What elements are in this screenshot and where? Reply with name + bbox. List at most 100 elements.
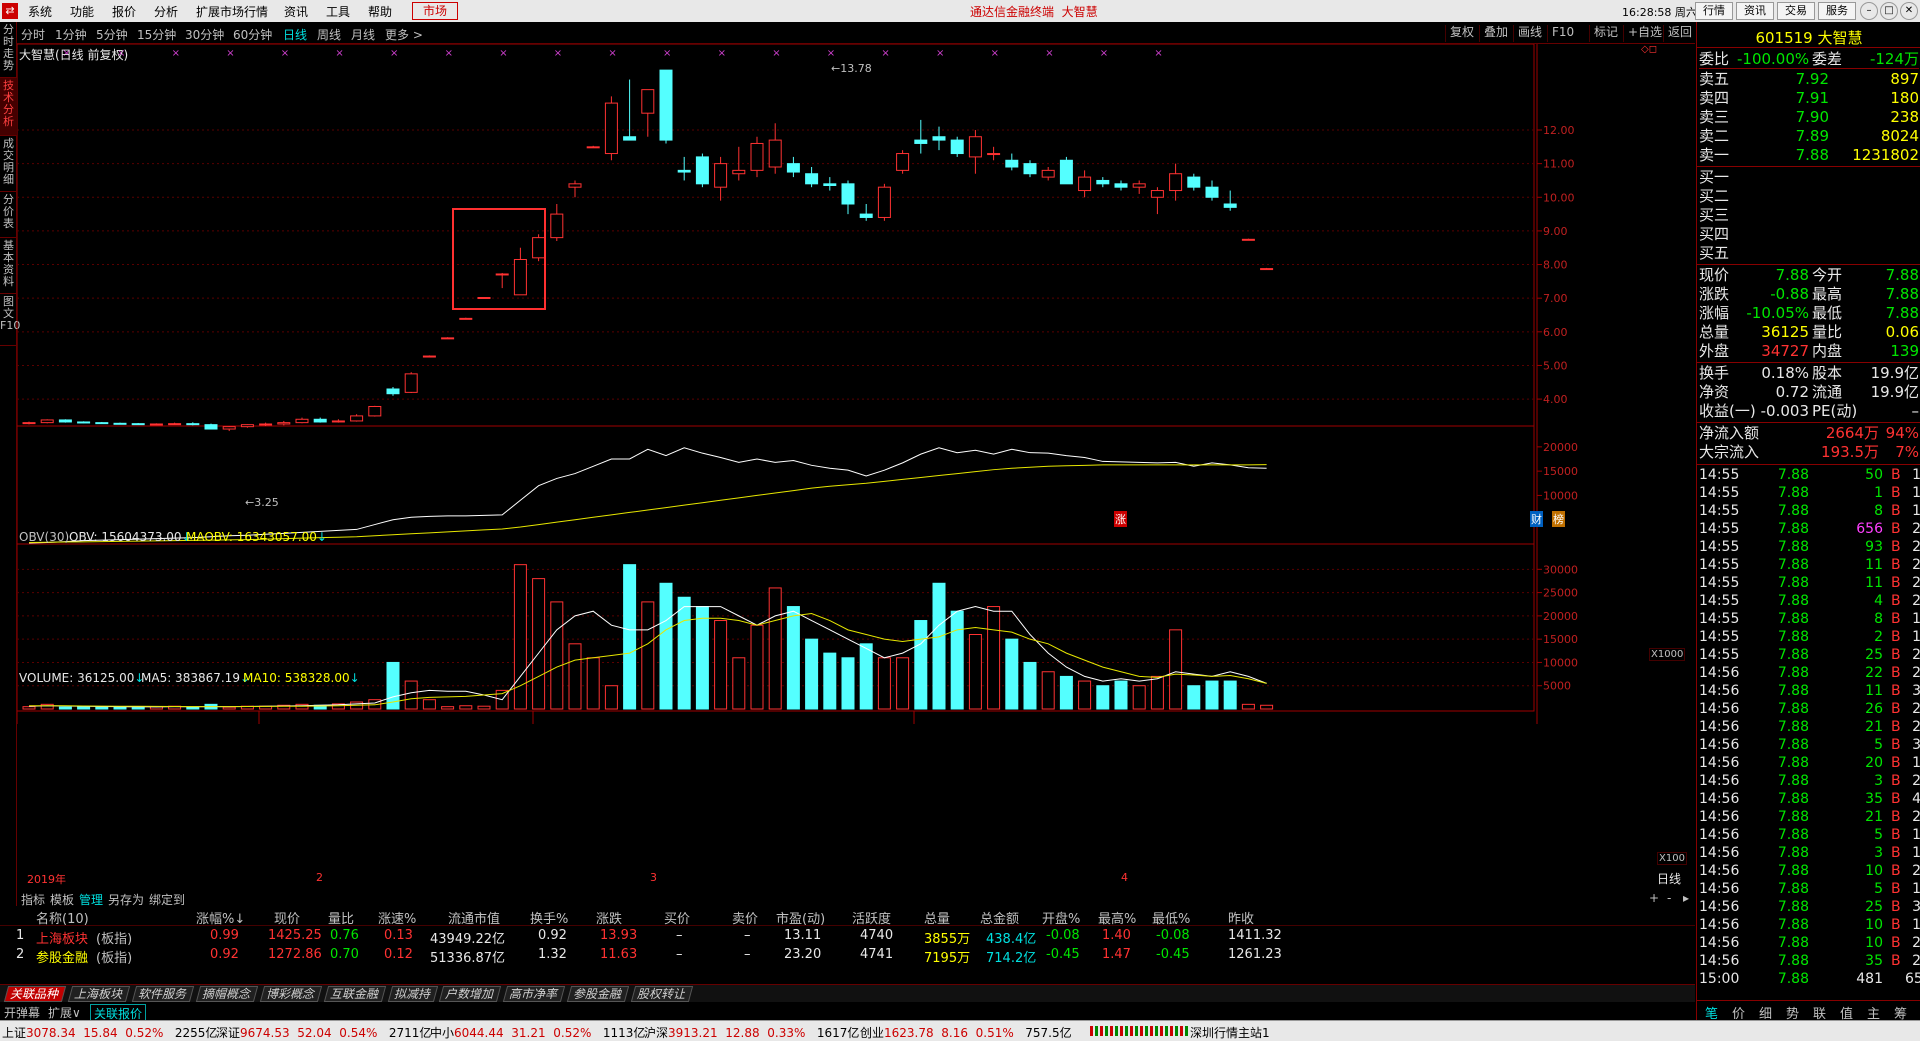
- col-price[interactable]: 现价: [274, 908, 300, 927]
- left-tab-f10[interactable]: 图文F10: [0, 294, 20, 346]
- bid-level-row[interactable]: 买五: [1699, 244, 1919, 263]
- right-tab[interactable]: 筹: [1894, 1003, 1907, 1022]
- bid-level-row[interactable]: 买四: [1699, 225, 1919, 244]
- period-5min[interactable]: 5分钟: [96, 26, 128, 43]
- col-turnover[interactable]: 换手%: [530, 908, 568, 927]
- bid-level-row[interactable]: 买一: [1699, 168, 1919, 187]
- menu-help[interactable]: 帮助: [368, 3, 392, 20]
- table-row[interactable]: 2 参股金融 (板指) 0.92 1272.86 0.70 0.12 51336.87亿 1.3…: [0, 947, 1695, 966]
- sheet-tab[interactable]: 参股金融: [566, 986, 630, 1002]
- bid-level-row[interactable]: 买三: [1699, 206, 1919, 225]
- col-total-vol[interactable]: 总量: [924, 908, 950, 927]
- right-tab[interactable]: 值: [1840, 1003, 1853, 1022]
- sheet-tab[interactable]: 博彩概念: [259, 986, 323, 1002]
- left-tab-trades[interactable]: 成交明细: [0, 136, 17, 192]
- right-tab[interactable]: 细: [1759, 1003, 1772, 1022]
- sheet-tab[interactable]: 户数增加: [438, 986, 502, 1002]
- limit-up-badge[interactable]: 涨: [1114, 511, 1127, 527]
- col-change-pct[interactable]: 涨幅%↓: [196, 908, 245, 927]
- top-button-quote[interactable]: 行情: [1695, 2, 1733, 20]
- top-button-trade[interactable]: 交易: [1777, 2, 1815, 20]
- restore-rights-button[interactable]: 复权: [1445, 25, 1478, 42]
- menu-function[interactable]: 功能: [70, 3, 94, 20]
- table-row[interactable]: 1 上海板块 (板指) 0.99 1425.25 0.76 0.13 43949.22亿 0.9…: [0, 928, 1695, 947]
- f10-button[interactable]: F10: [1547, 25, 1578, 42]
- expand-dropdown[interactable]: 扩展∨: [48, 1004, 81, 1021]
- ranking-badge[interactable]: 榜: [1552, 511, 1565, 527]
- ask-level-row[interactable]: 卖一 7.88 1231802: [1699, 146, 1919, 165]
- menu-tools[interactable]: 工具: [326, 3, 350, 20]
- ask-level-row[interactable]: 卖三 7.90 238: [1699, 108, 1919, 127]
- col-bid[interactable]: 买价: [664, 908, 690, 927]
- sheet-tab[interactable]: 软件服务: [131, 986, 195, 1002]
- sheet-tab[interactable]: 股权转让: [630, 986, 694, 1002]
- col-mktcap[interactable]: 流通市值: [448, 908, 500, 927]
- draw-line-button[interactable]: 画线: [1513, 25, 1546, 42]
- menu-analysis[interactable]: 分析: [154, 3, 178, 20]
- status-sh[interactable]: 上证3078.34 15.84 0.52% 2255亿: [2, 1024, 217, 1041]
- col-diff[interactable]: 涨跌: [596, 908, 622, 927]
- sheet-tab[interactable]: 拟减持: [387, 986, 439, 1002]
- zoom-out-icon[interactable]: -: [1667, 891, 1671, 905]
- period-1min[interactable]: 1分钟: [55, 26, 87, 43]
- server-status[interactable]: 深圳行情主站1: [1190, 1024, 1270, 1041]
- ask-level-row[interactable]: 卖四 7.91 180: [1699, 89, 1919, 108]
- sheet-tab[interactable]: 关联品种: [3, 986, 67, 1002]
- obv-indicator-name[interactable]: OBV(30): [19, 530, 69, 544]
- left-tab-technical[interactable]: 技术分析: [0, 78, 17, 136]
- period-daily[interactable]: 日线: [283, 26, 307, 43]
- period-monthly[interactable]: 月线: [351, 26, 375, 43]
- close-icon[interactable]: ✕: [1900, 2, 1918, 20]
- menu-news[interactable]: 资讯: [284, 3, 308, 20]
- danmaku-toggle[interactable]: 开弹幕: [4, 1004, 40, 1021]
- col-open-pct[interactable]: 开盘%: [1042, 908, 1080, 927]
- left-tab-basic-info[interactable]: 基本资料: [0, 238, 17, 294]
- sheet-tab[interactable]: 高市净率: [502, 986, 566, 1002]
- right-tab[interactable]: 主: [1867, 1003, 1880, 1022]
- period-intraday[interactable]: 分时: [21, 26, 45, 43]
- kline-chart-svg[interactable]: 12.00 11.00 10.00 9.00 8.00 7.00 6.00 5.00 4.00 ×…: [17, 44, 1695, 904]
- left-tab-intraday[interactable]: 分时走势: [0, 22, 17, 78]
- sheet-tab[interactable]: 摘帽概念: [195, 986, 259, 1002]
- sheet-tab[interactable]: 互联金融: [323, 986, 387, 1002]
- status-cy[interactable]: 创业1623.78 8.16 0.51% 757.5亿: [860, 1024, 1072, 1041]
- left-tab-price-table[interactable]: 分价表: [0, 192, 17, 238]
- col-low-pct[interactable]: 最低%: [1152, 908, 1190, 927]
- kline-chart-area[interactable]: 12.00 11.00 10.00 9.00 8.00 7.00 6.00 5.00 4.00 ×…: [17, 44, 1695, 904]
- zoom-in-icon[interactable]: +: [1649, 891, 1659, 905]
- overlay-button[interactable]: 叠加: [1479, 25, 1512, 42]
- menu-ext-market[interactable]: 扩展市场行情: [196, 3, 268, 20]
- period-15min[interactable]: 15分钟: [137, 26, 176, 43]
- menu-system[interactable]: 系统: [28, 3, 52, 20]
- col-high-pct[interactable]: 最高%: [1098, 908, 1136, 927]
- period-30min[interactable]: 30分钟: [185, 26, 224, 43]
- col-volume-ratio[interactable]: 量比: [328, 908, 354, 927]
- col-ask[interactable]: 卖价: [732, 908, 758, 927]
- maximize-icon[interactable]: □: [1880, 2, 1898, 20]
- col-speed[interactable]: 涨速%: [378, 908, 416, 927]
- col-prev-close[interactable]: 昨收: [1228, 908, 1254, 927]
- period-weekly[interactable]: 周线: [317, 26, 341, 43]
- market-button[interactable]: 市场: [412, 2, 459, 20]
- add-watchlist-button[interactable]: +自选: [1623, 25, 1666, 42]
- right-tab[interactable]: 笔: [1705, 1003, 1718, 1022]
- col-name[interactable]: 名称(10): [36, 908, 89, 927]
- scroll-right-icon[interactable]: ▸: [1683, 891, 1689, 905]
- back-button[interactable]: 返回: [1663, 25, 1696, 42]
- period-60min[interactable]: 60分钟: [233, 26, 272, 43]
- bid-level-row[interactable]: 买二: [1699, 187, 1919, 206]
- status-zx[interactable]: 中小6044.44 31.21 0.52% 1113亿: [430, 1024, 645, 1041]
- stock-header[interactable]: 601519 大智慧: [1697, 28, 1920, 48]
- period-more[interactable]: 更多 >: [385, 26, 423, 43]
- right-tab[interactable]: 势: [1786, 1003, 1799, 1022]
- col-pe[interactable]: 市盈(动): [776, 908, 825, 927]
- top-button-service[interactable]: 服务: [1818, 2, 1856, 20]
- col-active[interactable]: 活跃度: [852, 908, 891, 927]
- menu-quote[interactable]: 报价: [112, 3, 136, 20]
- chart-options-icon[interactable]: ◇◻: [1641, 44, 1657, 55]
- ask-level-row[interactable]: 卖五 7.92 897: [1699, 70, 1919, 89]
- status-sz[interactable]: 深证9674.53 52.04 0.54% 2711亿: [216, 1024, 431, 1041]
- sheet-tab[interactable]: 上海板块: [67, 986, 131, 1002]
- ask-level-row[interactable]: 卖二 7.89 8024: [1699, 127, 1919, 146]
- top-button-news[interactable]: 资讯: [1736, 2, 1774, 20]
